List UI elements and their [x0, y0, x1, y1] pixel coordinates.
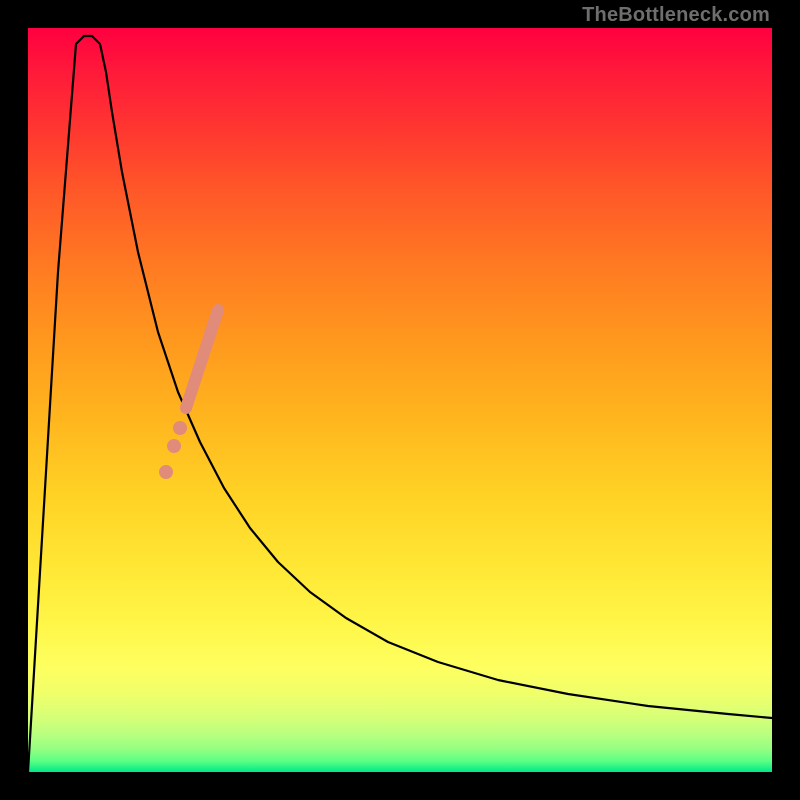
watermark-text: TheBottleneck.com [582, 4, 770, 27]
highlight-segment-top [186, 310, 218, 408]
highlight-dot-3 [159, 465, 173, 479]
highlight-dot-1 [173, 421, 187, 435]
bottleneck-curve [28, 36, 772, 772]
chart-frame: TheBottleneck.com [0, 0, 800, 800]
curve-layer [28, 28, 772, 772]
highlight-dot-2 [167, 439, 181, 453]
plot-area [28, 28, 772, 772]
markers-group [159, 310, 218, 479]
